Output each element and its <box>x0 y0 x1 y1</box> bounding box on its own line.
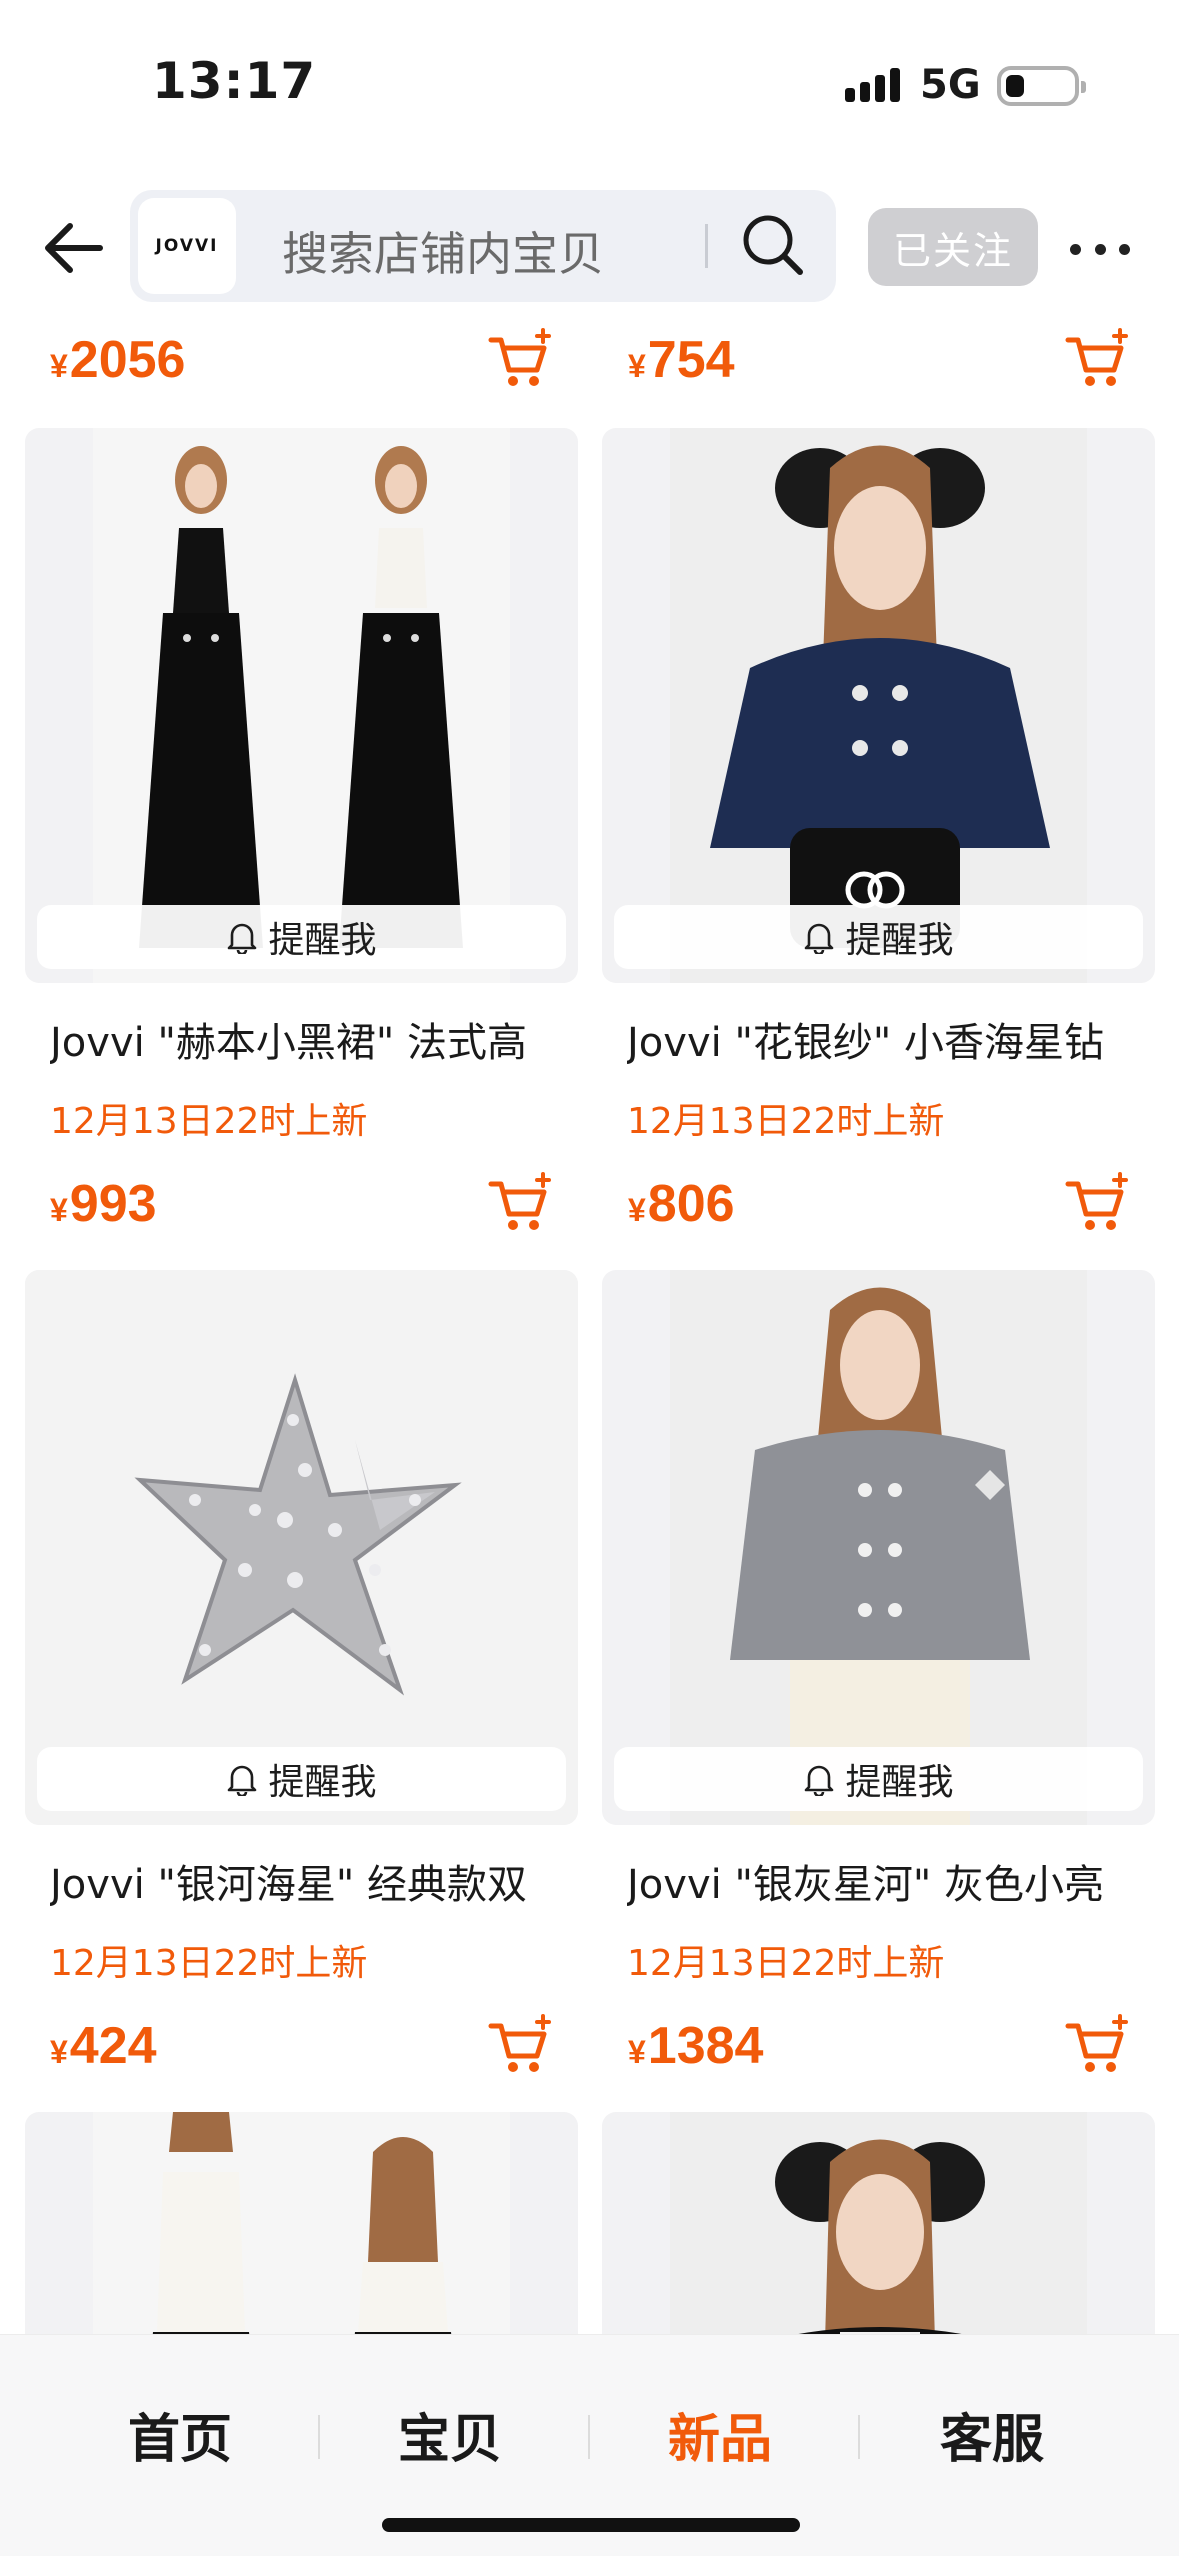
product-image[interactable] <box>25 2112 578 2372</box>
tab-customer-service[interactable]: 客服 <box>857 2397 1127 2472</box>
remind-label: 提醒我 <box>845 920 954 961</box>
remind-label: 提醒我 <box>845 1762 954 1803</box>
launch-time: 12月13日22时上新 <box>627 1101 945 1142</box>
remind-label: 提醒我 <box>268 1762 377 1803</box>
product-photo-white-top <box>93 2112 510 2372</box>
product-title[interactable]: Jovvi "银灰星河" 灰色小亮 <box>627 1852 1179 1910</box>
launch-time: 12月13日22时上新 <box>627 1943 945 1984</box>
followed-button[interactable]: 已关注 <box>868 208 1038 286</box>
product-price: ¥993 <box>50 1175 157 1233</box>
bell-icon <box>805 1765 834 1796</box>
shop-search-bar[interactable]: JOVVI 搜索店铺内宝贝 <box>130 190 836 302</box>
shop-header: JOVVI 搜索店铺内宝贝 已关注 <box>0 185 1179 305</box>
search-icon[interactable] <box>740 212 806 278</box>
launch-time: 12月13日22时上新 <box>50 1943 368 1984</box>
add-to-cart-icon[interactable] <box>1064 2012 1130 2078</box>
product-photo-black-dress <box>93 428 510 983</box>
product-title[interactable]: Jovvi "银河海星" 经典款双 <box>50 1852 610 1910</box>
network-label: 5G <box>920 62 981 108</box>
bell-icon <box>228 1765 257 1796</box>
add-to-cart-icon[interactable] <box>487 2012 553 2078</box>
product-price: ¥754 <box>628 331 735 389</box>
product-image[interactable]: 提醒我 <box>25 428 578 983</box>
shop-logo[interactable]: JOVVI <box>138 198 236 294</box>
product-price: ¥424 <box>50 2017 157 2075</box>
remind-me-button[interactable]: 提醒我 <box>37 905 566 969</box>
battery-icon <box>997 66 1086 106</box>
product-photo-navy-jacket <box>670 428 1087 983</box>
launch-time: 12月13日22时上新 <box>50 1101 368 1142</box>
product-photo-black-white-cardigan <box>670 2112 1087 2372</box>
product-photo-grey-jacket <box>670 1270 1087 1825</box>
remind-me-button[interactable]: 提醒我 <box>37 1747 566 1811</box>
product-image[interactable]: 提醒我 <box>25 1270 578 1825</box>
remind-me-button[interactable]: 提醒我 <box>614 905 1143 969</box>
bell-icon <box>228 923 257 954</box>
signal-icon <box>845 68 900 102</box>
product-price: ¥1384 <box>628 2017 764 2075</box>
home-indicator[interactable] <box>382 2518 800 2532</box>
product-photo-starfish-brooch <box>25 1270 578 1825</box>
remind-label: 提醒我 <box>268 920 377 961</box>
product-image[interactable] <box>602 2112 1155 2372</box>
product-price: ¥806 <box>628 1175 735 1233</box>
product-title[interactable]: Jovvi "赫本小黑裙" 法式高 <box>50 1010 610 1068</box>
product-image[interactable]: 提醒我 <box>602 428 1155 983</box>
add-to-cart-icon[interactable] <box>487 1170 553 1236</box>
add-to-cart-icon[interactable] <box>1064 326 1130 392</box>
product-image[interactable]: 提醒我 <box>602 1270 1155 1825</box>
status-time: 13:17 <box>152 52 317 110</box>
product-title[interactable]: Jovvi "花银纱" 小香海星钻 <box>627 1010 1179 1068</box>
tab-new-arrivals[interactable]: 新品 <box>585 2397 855 2472</box>
search-placeholder[interactable]: 搜索店铺内宝贝 <box>282 218 604 284</box>
add-to-cart-icon[interactable] <box>487 326 553 392</box>
bell-icon <box>805 923 834 954</box>
search-divider <box>705 224 708 268</box>
remind-me-button[interactable]: 提醒我 <box>614 1747 1143 1811</box>
status-bar: 13:17 5G <box>0 0 1179 160</box>
tab-home[interactable]: 首页 <box>45 2397 315 2472</box>
product-price: ¥2056 <box>50 331 186 389</box>
add-to-cart-icon[interactable] <box>1064 1170 1130 1236</box>
more-icon[interactable] <box>1070 237 1130 261</box>
tab-products[interactable]: 宝贝 <box>315 2397 585 2472</box>
back-arrow-icon[interactable] <box>40 213 110 283</box>
